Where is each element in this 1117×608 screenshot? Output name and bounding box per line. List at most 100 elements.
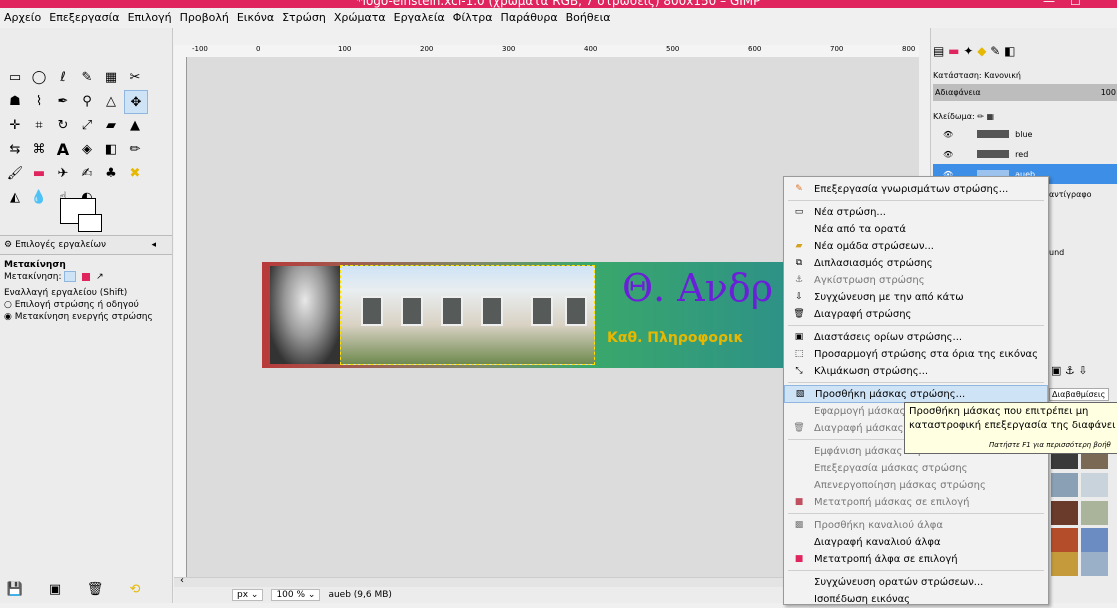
tool-options-tab[interactable]: ⚙ Επιλογές εργαλείων ◂	[0, 235, 172, 255]
pattern-swatch[interactable]	[1081, 473, 1108, 497]
menu-help[interactable]: Βοήθεια	[562, 11, 615, 24]
unit-select[interactable]: px ⌄	[232, 589, 264, 601]
rect-select-icon[interactable]: ▭	[4, 66, 26, 88]
maximize-button[interactable]: ☐	[1070, 0, 1081, 8]
minimize-button[interactable]: —	[1043, 0, 1055, 8]
menu-item-merge-down[interactable]: ⇩ Συγχώνευση με την από κάτω	[784, 288, 1048, 306]
color-picker-icon[interactable]: ✒	[52, 90, 74, 112]
foreground-select-icon[interactable]: ☗	[4, 90, 26, 112]
scroll-left-icon[interactable]: ‹	[180, 575, 184, 586]
perspective-clone-icon[interactable]: ◭	[4, 186, 26, 208]
pattern-swatch[interactable]	[1051, 552, 1078, 576]
move-tool-icon[interactable]: ✥	[124, 90, 148, 114]
tab-menu-icon[interactable]: ◂	[151, 240, 156, 250]
dock-tabs[interactable]: ▤ ▬ ✦ ◆ ✎ ◧	[933, 44, 1117, 58]
menu-colors[interactable]: Χρώματα	[330, 11, 390, 24]
menu-image[interactable]: Εικόνα	[233, 11, 278, 24]
pencil-icon[interactable]: ✏	[124, 138, 146, 160]
move-layer-toggle[interactable]	[64, 271, 77, 282]
menu-item-flatten-image[interactable]: Ισοπέδωση εικόνας	[784, 590, 1048, 608]
menu-item-new-from-visible[interactable]: Νέα από τα ορατά	[784, 220, 1048, 238]
layer-mode[interactable]: Κατάσταση: Κανονική	[933, 71, 1117, 80]
save-options-icon[interactable]: 💾	[4, 578, 26, 600]
ellipse-select-icon[interactable]: ◯	[28, 66, 50, 88]
menu-item-merge-visible[interactable]: Συγχώνευση ορατών στρώσεων...	[784, 573, 1048, 591]
radio-pick-layer[interactable]: ○ Επιλογή στρώσης ή οδηγού	[4, 300, 139, 310]
pattern-swatch[interactable]	[1081, 552, 1108, 576]
menu-select[interactable]: Επιλογή	[124, 11, 176, 24]
text-tool-icon[interactable]: A	[52, 138, 74, 160]
fuzzy-select-icon[interactable]: ✎	[76, 66, 98, 88]
scale-icon[interactable]: ⤢	[76, 114, 98, 136]
cage-icon[interactable]: ⌘	[28, 138, 50, 160]
menu-item-duplicate-layer[interactable]: ⧉ Διπλασιασμός στρώσης	[784, 254, 1048, 272]
menu-view[interactable]: Προβολή	[176, 11, 233, 24]
layer-row[interactable]: 👁 red	[933, 144, 1117, 164]
pattern-swatch[interactable]	[1081, 501, 1108, 525]
paths-icon[interactable]: ⌇	[28, 90, 50, 112]
lock-pixels-icon[interactable]: ✏	[977, 112, 984, 121]
lasso-icon[interactable]: ℓ	[52, 66, 74, 88]
move-selection-toggle[interactable]	[82, 272, 91, 281]
menu-item-add-alpha-channel[interactable]: ▩ Προσθήκη καναλιού άλφα	[784, 516, 1048, 534]
menu-item-edit-layer-attributes[interactable]: ✎ Επεξεργασία γνωρισμάτων στρώσης...	[784, 180, 1048, 198]
menu-layer[interactable]: Στρώση	[278, 11, 330, 24]
heal-icon[interactable]: ✖	[124, 162, 146, 184]
zoom-icon[interactable]: ⚲	[76, 90, 98, 112]
perspective-icon[interactable]: ▲	[124, 114, 146, 136]
pattern-swatch[interactable]	[1081, 528, 1108, 552]
reset-options-icon[interactable]: ⟲	[124, 578, 146, 600]
measure-icon[interactable]: △	[100, 90, 122, 112]
menu-item-mask-to-selection[interactable]: ■ Μετατροπή μάσκας σε επιλογή	[784, 493, 1048, 511]
eye-icon[interactable]: 👁	[943, 130, 953, 139]
airbrush-icon[interactable]: ✈	[52, 162, 74, 184]
menu-item-add-layer-mask[interactable]: ▧ Προσθήκη μάσκας στρώσης...	[784, 385, 1048, 403]
eraser-icon[interactable]: ▬	[28, 162, 50, 184]
blend-icon[interactable]: ◧	[100, 138, 122, 160]
lock-alpha-icon[interactable]: ▦	[986, 112, 994, 121]
pattern-swatch[interactable]	[1051, 501, 1078, 525]
menu-windows[interactable]: Παράθυρα	[497, 11, 562, 24]
menu-item-scale-layer[interactable]: ⤡ Κλιμάκωση στρώσης...	[784, 362, 1048, 380]
menu-item-anchor-layer[interactable]: ⚓ Αγκίστρωση στρώσης	[784, 271, 1048, 289]
vertical-ruler[interactable]	[174, 57, 187, 577]
eye-icon[interactable]: 👁	[943, 150, 953, 159]
ink-icon[interactable]: ✍	[76, 162, 98, 184]
pattern-swatch[interactable]	[1051, 528, 1078, 552]
shear-icon[interactable]: ▰	[100, 114, 122, 136]
opacity-slider[interactable]: Αδιαφάνεια 100	[933, 84, 1117, 101]
menu-item-alpha-to-selection[interactable]: ■ Μετατροπή άλφα σε επιλογή	[784, 550, 1048, 568]
layer-row[interactable]: 👁 blue	[933, 124, 1117, 144]
clone-icon[interactable]: ♣	[100, 162, 122, 184]
menu-item-layer-to-image-size[interactable]: ⬚ Προσαρμογή στρώσης στα όρια της εικόνας	[784, 345, 1048, 363]
gradients-tab[interactable]: Διαβαθμίσεις	[1049, 388, 1109, 401]
image-canvas[interactable]: Θ. Ανδρ Καθ. Πληροφορικ	[262, 262, 807, 368]
menu-item-disable-layer-mask[interactable]: Απενεργοποίηση μάσκας στρώσης	[784, 476, 1048, 494]
move-path-icon[interactable]: ↗	[96, 272, 104, 282]
menu-item-remove-alpha-channel[interactable]: Διαγραφή καναλιού άλφα	[784, 533, 1048, 551]
color-select-icon[interactable]: ▦	[100, 66, 122, 88]
menu-item-new-layer[interactable]: ▭ Νέα στρώση...	[784, 203, 1048, 221]
crop-icon[interactable]: ⌗	[28, 114, 50, 136]
rotate-icon[interactable]: ↻	[52, 114, 74, 136]
paintbrush-icon[interactable]: 🖌	[4, 162, 26, 184]
align-icon[interactable]: ✛	[4, 114, 26, 136]
menu-file[interactable]: Αρχείο	[0, 11, 45, 24]
menu-item-delete-layer[interactable]: 🗑 Διαγραφή στρώσης	[784, 305, 1048, 323]
delete-options-icon[interactable]: 🗑	[84, 578, 106, 600]
scissors-icon[interactable]: ✂	[124, 66, 146, 88]
background-color-swatch[interactable]	[78, 214, 102, 232]
zoom-select[interactable]: 100 % ⌄	[271, 589, 321, 601]
pattern-swatch[interactable]	[1051, 473, 1078, 497]
menu-filters[interactable]: Φίλτρα	[449, 11, 497, 24]
blur-icon[interactable]: 💧	[28, 186, 50, 208]
layer-actions[interactable]: ▣ ⚓ ⇩	[1051, 364, 1117, 377]
menu-edit[interactable]: Επεξεργασία	[45, 11, 123, 24]
bucket-fill-icon[interactable]: ◈	[76, 138, 98, 160]
menu-item-edit-layer-mask[interactable]: Επεξεργασία μάσκας στρώσης	[784, 459, 1048, 477]
menu-item-new-layer-group[interactable]: ▰ Νέα ομάδα στρώσεων...	[784, 237, 1048, 255]
restore-options-icon[interactable]: ▣	[44, 578, 66, 600]
menu-item-layer-boundary-size[interactable]: ▣ Διαστάσεις ορίων στρώσης...	[784, 328, 1048, 346]
radio-move-active[interactable]: ◉ Μετακίνηση ενεργής στρώσης	[4, 312, 153, 322]
flip-icon[interactable]: ⇆	[4, 138, 26, 160]
